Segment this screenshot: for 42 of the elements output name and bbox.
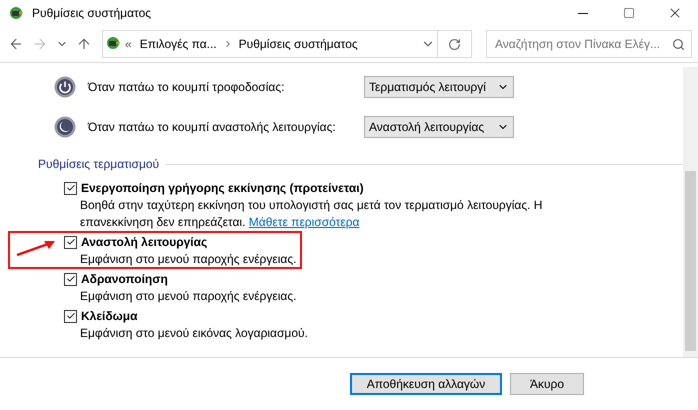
checkbox[interactable]: [64, 182, 77, 194]
address-bar[interactable]: « Επιλογές πα... Ρυθμίσεις συστήματος: [102, 30, 472, 58]
cancel-button[interactable]: Άκυρο: [510, 373, 584, 395]
section-heading: Ρυθμίσεις τερματισμού: [38, 157, 160, 171]
option-description: Εμφάνιση στο μενού εικόνας λογαριασμού.: [80, 325, 309, 342]
checkbox[interactable]: [64, 310, 77, 322]
action-label: Όταν πατάω το κουμπί αναστολής λειτουργίας:: [88, 120, 337, 134]
maximize-icon: [623, 7, 635, 19]
search-icon: [672, 38, 685, 50]
overflow-crumb[interactable]: «: [123, 37, 134, 51]
breadcrumb[interactable]: Επιλογές πα...: [134, 37, 223, 51]
save-button[interactable]: Αποθήκευση αλλαγών: [350, 373, 502, 395]
search-field[interactable]: Αναζήτηση στον Πίνακα Ελέγ...: [486, 30, 692, 58]
action-label: Όταν πατάω το κουμπί τροφοδοσίας:: [88, 80, 286, 94]
minimize-icon: [578, 12, 588, 14]
check-icon: [66, 183, 76, 193]
option-description: Βοηθά στην ταχύτερη εκκίνηση του υπολογιστή σας μετά τον τερματισμό λειτουργίας. Η επανεκκίνηση δεν επηρεάζεται. Μάθετε περισσότερα: [80, 197, 544, 231]
breadcrumb[interactable]: Ρυθμίσεις συστήματος: [232, 37, 364, 51]
option-description: Εμφάνιση στο μενού παροχής ενέργειας.: [80, 251, 298, 268]
scroll-thumb[interactable]: [685, 171, 696, 351]
arrow-right-icon: [32, 36, 48, 52]
moon-icon: [54, 116, 76, 138]
window-title: Ρυθμίσεις συστήματος: [32, 6, 152, 20]
option-description: Εμφάνιση στο μενού παροχής ενέργειας.: [80, 288, 298, 305]
power-icon: [54, 76, 76, 98]
learn-more-link[interactable]: Μάθετε περισσότερα: [248, 215, 360, 229]
action-dropdown[interactable]: Τερματισμός λειτουργί: [364, 76, 514, 98]
check-icon: [66, 311, 76, 321]
action-dropdown[interactable]: Αναστολή λειτουργίας: [364, 116, 514, 138]
option-label: Αναστολή λειτουργίας: [81, 235, 208, 249]
app-icon: [8, 5, 24, 21]
checkbox[interactable]: [64, 236, 77, 248]
option-label: Αδρανοποίηση: [81, 272, 168, 286]
checkbox[interactable]: [64, 272, 77, 286]
option-label: Ενεργοποίηση γρήγορης εκκίνησης (προτείνεται): [81, 181, 364, 195]
scrollbar[interactable]: [683, 67, 698, 357]
app-icon: [105, 34, 121, 50]
refresh-icon: [448, 38, 461, 50]
arrow-annotation: [16, 239, 56, 257]
check-icon: [66, 237, 76, 247]
check-icon: [66, 274, 76, 284]
option-label: Κλείδωμα: [81, 309, 138, 323]
